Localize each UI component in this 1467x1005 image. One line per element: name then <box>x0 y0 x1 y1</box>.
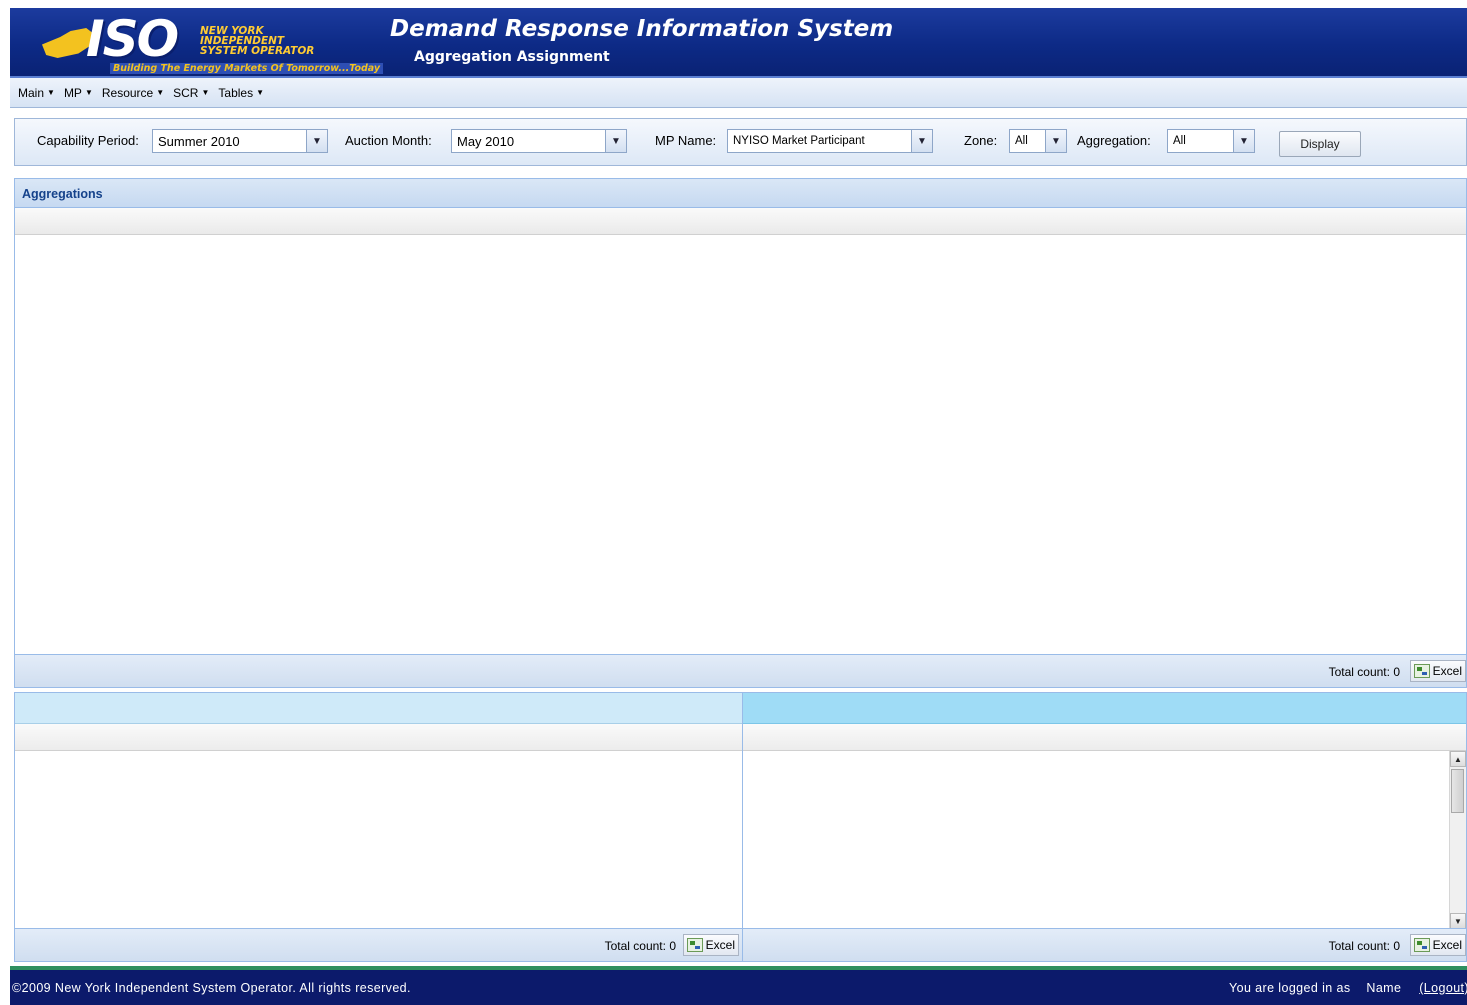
total-count-label: Total count: <box>604 939 666 953</box>
excel-icon <box>1413 664 1430 678</box>
chevron-down-icon[interactable]: ▼ <box>605 130 626 152</box>
aggregations-panel-title: Aggregations <box>22 187 103 201</box>
total-count-value: 0 <box>669 939 676 953</box>
excel-label: Excel <box>705 938 735 952</box>
menu-tables[interactable]: Tables ▼ <box>218 86 264 100</box>
aggregations-grid-panel: Aggregations Total count: 0 Excel <box>14 178 1467 688</box>
chevron-down-icon[interactable]: ▼ <box>306 130 327 152</box>
aggregation-value: All <box>1173 135 1186 147</box>
mp-name-label: MP Name: <box>655 133 717 148</box>
auction-month-label: Auction Month: <box>345 133 432 148</box>
bottom-right-excel-button[interactable]: Excel <box>1409 934 1466 956</box>
caret-down-icon: ▼ <box>47 88 55 97</box>
aggregations-column-header <box>15 208 1466 235</box>
main-menu-bar: Main ▼ MP ▼ Resource ▼ SCR ▼ Tables ▼ <box>10 78 1467 108</box>
logo-iso-text: ISO <box>86 10 179 68</box>
logout-link[interactable]: (Logout) <box>1419 981 1467 995</box>
bottom-right-grid-panel: ▲ ▼ Total count: 0 Excel <box>742 692 1467 962</box>
total-count-label: Total count: <box>1328 939 1390 953</box>
aggregations-grid-body <box>15 235 1466 655</box>
aggregation-label: Aggregation: <box>1077 133 1151 148</box>
user-name: Name <box>1366 981 1402 995</box>
caret-down-icon: ▼ <box>156 88 165 97</box>
menu-tables-label: Tables <box>218 85 254 100</box>
scroll-up-arrow-icon[interactable]: ▲ <box>1450 751 1466 767</box>
app-header: ISO NEW YORK INDEPENDENT SYSTEM OPERATOR… <box>10 8 1467 78</box>
filter-toolbar: Capability Period: Summer 2010 ▼ Auction… <box>14 118 1467 166</box>
total-count-value: 0 <box>1393 939 1400 953</box>
bottom-left-panel-footer: Total count: 0 Excel <box>15 928 742 961</box>
total-count-value: 0 <box>1393 665 1400 679</box>
menu-resource-label: Resource <box>101 85 154 100</box>
page-title: Aggregation Assignment <box>414 49 610 65</box>
nyiso-logo[interactable]: ISO NEW YORK INDEPENDENT SYSTEM OPERATOR… <box>26 10 386 74</box>
menu-resource[interactable]: Resource ▼ <box>102 86 164 100</box>
app-title: Demand Response Information System <box>390 16 894 42</box>
login-status: You are logged in as Name (Logout) <box>1229 981 1467 995</box>
bottom-right-total-count: Total count: 0 <box>1329 939 1400 953</box>
capability-period-select[interactable]: Summer 2010 ▼ <box>152 129 328 153</box>
bottom-left-grid-panel: Total count: 0 Excel <box>14 692 743 962</box>
menu-mp[interactable]: MP ▼ <box>64 86 93 100</box>
bottom-left-excel-button[interactable]: Excel <box>682 934 739 956</box>
capability-period-value: Summer 2010 <box>158 134 240 149</box>
menu-main-label: Main <box>18 85 45 100</box>
mp-name-value: NYISO Market Participant <box>733 135 865 147</box>
caret-down-icon: ▼ <box>256 88 265 97</box>
menu-scr-label: SCR <box>173 85 199 100</box>
chevron-down-icon[interactable]: ▼ <box>1045 130 1066 152</box>
menu-scr[interactable]: SCR ▼ <box>173 86 209 100</box>
zone-select[interactable]: All ▼ <box>1009 129 1067 153</box>
zone-label: Zone: <box>964 133 998 148</box>
display-button[interactable]: Display <box>1279 131 1361 157</box>
aggregation-select[interactable]: All ▼ <box>1167 129 1255 153</box>
excel-icon <box>686 938 703 952</box>
aggregations-total-count: Total count: 0 <box>1329 665 1400 679</box>
menu-main[interactable]: Main ▼ <box>18 86 55 100</box>
app-footer: ©2009 New York Independent System Operat… <box>10 970 1467 1005</box>
bottom-left-panel-header <box>15 693 742 724</box>
logo-tagline: Building The Energy Markets Of Tomorrow.… <box>110 63 384 74</box>
aggregations-excel-button[interactable]: Excel <box>1409 660 1466 682</box>
excel-icon <box>1413 938 1430 952</box>
chevron-down-icon[interactable]: ▼ <box>911 130 932 152</box>
aggregations-panel-footer: Total count: 0 Excel <box>15 654 1466 687</box>
bottom-right-panel-header <box>743 693 1466 724</box>
scrollbar-thumb[interactable] <box>1451 769 1464 813</box>
bottom-right-grid-body <box>743 751 1466 927</box>
logged-in-label: You are logged in as <box>1229 981 1351 995</box>
bottom-right-column-header <box>743 724 1466 751</box>
bottom-left-total-count: Total count: 0 <box>605 939 676 953</box>
mp-name-select[interactable]: NYISO Market Participant ▼ <box>727 129 933 153</box>
logo-subtitle: NEW YORK INDEPENDENT SYSTEM OPERATOR <box>200 25 315 57</box>
capability-period-label: Capability Period: <box>37 133 139 148</box>
bottom-left-grid-body <box>15 751 742 927</box>
excel-label: Excel <box>1432 938 1462 952</box>
aggregations-panel-header: Aggregations <box>15 179 1466 208</box>
bottom-right-vertical-scrollbar[interactable]: ▲ ▼ <box>1449 751 1466 929</box>
total-count-label: Total count: <box>1328 665 1390 679</box>
excel-label: Excel <box>1432 664 1462 678</box>
bottom-left-column-header <box>15 724 742 751</box>
scroll-down-arrow-icon[interactable]: ▼ <box>1450 913 1466 929</box>
zone-value: All <box>1015 135 1028 147</box>
auction-month-select[interactable]: May 2010 ▼ <box>451 129 627 153</box>
caret-down-icon: ▼ <box>84 88 93 97</box>
chevron-down-icon[interactable]: ▼ <box>1233 130 1254 152</box>
auction-month-value: May 2010 <box>457 134 515 149</box>
copyright-text: ©2009 New York Independent System Operat… <box>12 981 411 995</box>
menu-mp-label: MP <box>63 85 82 100</box>
caret-down-icon: ▼ <box>201 88 210 97</box>
bottom-right-panel-footer: Total count: 0 Excel <box>743 928 1466 961</box>
